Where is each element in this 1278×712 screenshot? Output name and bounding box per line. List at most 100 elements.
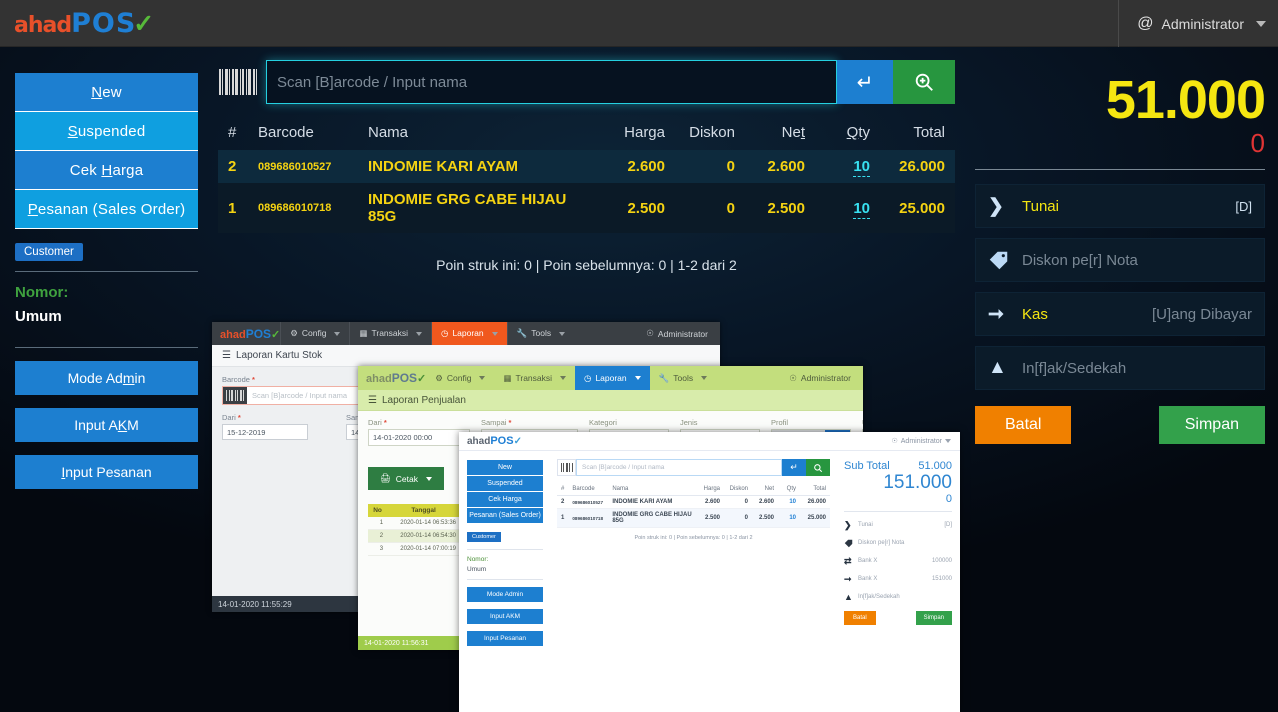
enter-button[interactable]: ↵ bbox=[837, 60, 893, 104]
w3-sidebar-item-cek-harga[interactable]: Cek Harga bbox=[467, 492, 543, 508]
search-zoom-button[interactable] bbox=[893, 60, 955, 104]
cell-net: 2.600 bbox=[767, 158, 805, 175]
sidebar-item-input-pesanan[interactable]: Input Pesanan bbox=[15, 455, 198, 489]
w3-save-button[interactable]: Simpan bbox=[915, 611, 952, 625]
th-nama[interactable]: Nama bbox=[358, 118, 600, 150]
w3-sidebar-item-suspended[interactable]: Suspended bbox=[467, 476, 543, 492]
window-pos-inner[interactable]: ahad POS ✓ ☉ Administrator New Suspended Ce… bbox=[459, 432, 960, 712]
w2-menu-config[interactable]: ⚙ Config bbox=[426, 366, 494, 390]
sidebar-item-new[interactable]: New bbox=[15, 73, 198, 112]
w3-payment-row-diskon[interactable]: Diskon pe[r] Nota bbox=[844, 536, 952, 550]
w2-menu-config-label: Config bbox=[446, 373, 472, 383]
w3-table-row[interactable]: 2 089686010527 INDOMIE KARI AYAM 2.600 0 2.60… bbox=[557, 495, 830, 509]
sidebar-item-mode-admin[interactable]: Mode Admin bbox=[15, 361, 198, 395]
transfer-icon: ⇄ bbox=[844, 555, 852, 566]
th-barcode[interactable]: Barcode bbox=[248, 118, 358, 150]
payment-row-diskon[interactable]: Diskon pe[r] Nota bbox=[975, 238, 1265, 282]
at-icon: ☉ bbox=[789, 372, 797, 383]
wrench-icon: 🔧 bbox=[516, 328, 528, 338]
w2-table-row[interactable]: 2 2020-01-14 06:54:30 bbox=[368, 529, 460, 543]
w2-print-button[interactable]: 🖨 Cetak bbox=[368, 467, 445, 490]
w3-sidebar-item-input-pesanan[interactable]: Input Pesanan bbox=[467, 631, 543, 646]
sidebar-label-pesanan: esanan (Sales Order) bbox=[37, 201, 186, 218]
w3-table-row[interactable]: 1 089686010718 INDOMIE GRG CABE HIJAU 85G 2… bbox=[557, 508, 830, 528]
w3-search-input[interactable]: Scan [B]arcode / Input nama bbox=[576, 459, 782, 476]
arrow-right-icon: ➞ bbox=[988, 303, 1004, 325]
w1-logo: ahad POS ✓ bbox=[220, 327, 280, 341]
w2-table-row[interactable]: 1 2020-01-14 06:53:36 bbox=[368, 517, 460, 530]
w3-payment-row-tunai[interactable]: ❯ Tunai [D] bbox=[844, 518, 952, 532]
w3-customer-badge[interactable]: Customer bbox=[467, 532, 501, 542]
w3-enter-button[interactable]: ↵ bbox=[782, 459, 806, 476]
payment-row-kas[interactable]: ➞ Kas [U]ang Dibayar bbox=[975, 292, 1265, 336]
w3-th-net: Net bbox=[752, 483, 778, 496]
save-button[interactable]: Simpan bbox=[1158, 406, 1265, 444]
w1-user-menu[interactable]: ☉ Administrator bbox=[646, 328, 720, 339]
cell-qty[interactable]: 10 bbox=[815, 150, 880, 183]
w3-payment-row-infak[interactable]: ▲ In[f]ak/Sedekah bbox=[844, 590, 952, 604]
w3-payment-row-bank-1[interactable]: ⇄ Bank X 100000 bbox=[844, 554, 952, 568]
chevron-down-icon bbox=[479, 376, 486, 380]
payment-row-tunai[interactable]: ❯ Tunai [D] bbox=[975, 184, 1265, 228]
chevron-up-icon: ▲ bbox=[844, 592, 853, 602]
w1-menu-config-label: Config bbox=[301, 328, 327, 338]
sidebar-item-cek-harga[interactable]: Cek Harga bbox=[15, 151, 198, 190]
logo-pos-text: POS bbox=[71, 7, 137, 39]
w2-user-menu[interactable]: ☉ Administrator bbox=[789, 373, 863, 384]
w3-cell-harga: 2.500 bbox=[696, 508, 724, 528]
w3-cell-barcode: 089686010527 bbox=[568, 495, 609, 509]
cancel-button[interactable]: Batal bbox=[975, 406, 1072, 444]
w3-search-zoom-button[interactable] bbox=[806, 459, 830, 476]
w1-menu-transaksi[interactable]: ▦ Transaksi bbox=[349, 322, 431, 345]
sidebar-item-input-akm[interactable]: Input AKM bbox=[15, 408, 198, 442]
w3-sidebar-item-mode-admin[interactable]: Mode Admin bbox=[467, 587, 543, 602]
sidebar-item-pesanan[interactable]: Pesanan (Sales Order) bbox=[15, 190, 198, 229]
w3-table-header-row: # Barcode Nama Harga Diskon Net Qty Tota… bbox=[557, 483, 830, 496]
customer-badge[interactable]: Customer bbox=[15, 243, 83, 261]
w2-logo-check-icon: ✓ bbox=[417, 373, 427, 385]
w3-payment-label-bank-1: Bank X bbox=[858, 558, 878, 564]
w3-payment-row-bank-2[interactable]: ➞ Bank X 151000 bbox=[844, 572, 952, 586]
w1-menu-config[interactable]: ⚙ Config bbox=[280, 322, 349, 345]
w2-dari-input[interactable]: 14-01-2020 00:00 bbox=[368, 429, 470, 446]
w3-sidebar-item-new[interactable]: New bbox=[467, 460, 543, 476]
w1-menu-tools[interactable]: 🔧 Tools bbox=[506, 322, 574, 345]
w3-sidebar-item-input-akm[interactable]: Input AKM bbox=[467, 609, 543, 624]
table-row[interactable]: 1 089686010718 INDOMIE GRG CABE HIJAU 85G 2… bbox=[218, 183, 955, 233]
barcode-icon bbox=[218, 65, 258, 99]
table-row[interactable]: 2 089686010527 INDOMIE KARI AYAM 2.600 0 2.60… bbox=[218, 150, 955, 183]
w3-th-diskon: Diskon bbox=[724, 483, 752, 496]
search-input[interactable] bbox=[266, 60, 837, 104]
grand-total: 51.000 bbox=[1105, 70, 1266, 130]
w1-dari-input[interactable]: 15-12-2019 bbox=[222, 424, 308, 440]
divider-totals bbox=[975, 169, 1265, 170]
w2-table-row[interactable]: 3 2020-01-14 07:00:19 bbox=[368, 542, 460, 556]
table-header-row: # Barcode Nama Harga Diskon Net Qty Tota… bbox=[218, 118, 955, 150]
th-net[interactable]: Net bbox=[745, 118, 815, 150]
report-icon: ☰ bbox=[368, 394, 377, 406]
th-qty[interactable]: Qty bbox=[815, 118, 880, 150]
w3-cell-qty[interactable]: 10 bbox=[778, 508, 800, 528]
w2-menu-laporan[interactable]: ◷ Laporan bbox=[575, 366, 650, 390]
w1-user-name: Administrator bbox=[657, 328, 708, 339]
chevron-down-icon bbox=[634, 376, 641, 380]
w3-cart-footer: Poin struk ini: 0 | Poin sebelumnya: 0 |… bbox=[634, 535, 753, 541]
w2-menu-transaksi-label: Transaksi bbox=[515, 373, 553, 383]
w1-menu-laporan[interactable]: ◷ Laporan bbox=[431, 322, 507, 345]
w2-menu-transaksi[interactable]: ▦ Transaksi bbox=[494, 366, 575, 390]
w3-cancel-button[interactable]: Batal bbox=[844, 611, 876, 625]
th-diskon[interactable]: Diskon bbox=[675, 118, 745, 150]
cell-qty[interactable]: 10 bbox=[815, 183, 880, 233]
w3-sidebar-item-pesanan[interactable]: Pesanan (Sales Order) bbox=[467, 508, 543, 524]
w3-cell-qty[interactable]: 10 bbox=[778, 495, 800, 509]
sidebar-item-suspended[interactable]: Suspended bbox=[15, 112, 198, 151]
clock-icon: ◷ bbox=[441, 328, 449, 338]
cell-no: 2 bbox=[228, 158, 237, 175]
user-menu[interactable]: @ Administrator bbox=[1118, 0, 1266, 47]
th-total[interactable]: Total bbox=[880, 118, 955, 150]
w2-menu-tools[interactable]: 🔧 Tools bbox=[650, 366, 716, 390]
th-no[interactable]: # bbox=[218, 118, 248, 150]
th-harga[interactable]: Harga bbox=[600, 118, 675, 150]
payment-row-infak[interactable]: ▲ In[f]ak/Sedekah bbox=[975, 346, 1265, 390]
w3-user-menu[interactable]: ☉ Administrator bbox=[891, 437, 960, 445]
